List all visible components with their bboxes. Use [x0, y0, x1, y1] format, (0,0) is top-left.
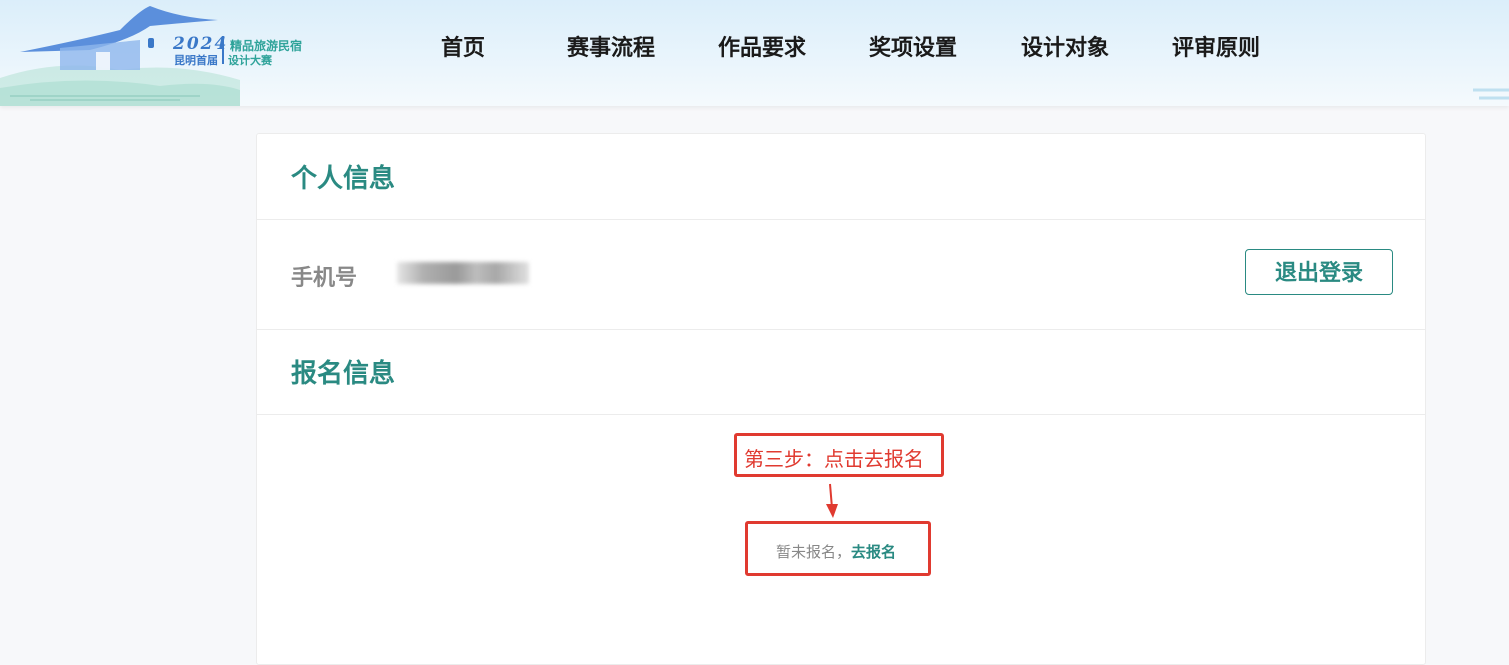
- logo-year: 2024: [173, 34, 229, 54]
- registration-status-text: 暂未报名，: [776, 543, 852, 561]
- register-link[interactable]: 去报名: [851, 543, 896, 561]
- logout-button[interactable]: 退出登录: [1245, 249, 1393, 295]
- registration-info-title: 报名信息: [291, 359, 396, 389]
- phone-label: 手机号: [291, 265, 358, 291]
- divider: [257, 329, 1425, 330]
- logo-subtitle-left: 昆明首届: [174, 54, 218, 67]
- annotation-step-text: 第三步：点击去报名: [744, 447, 924, 471]
- phone-number-redacted: [397, 262, 529, 284]
- divider: [257, 219, 1425, 220]
- annotation-arrow-icon: [826, 483, 838, 518]
- nav-requirements[interactable]: 作品要求: [718, 30, 806, 62]
- nav-design-objects[interactable]: 设计对象: [1021, 30, 1109, 62]
- nav-awards[interactable]: 奖项设置: [869, 30, 957, 62]
- site-logo[interactable]: 2024 精品旅游民宿 昆明首届 设计大赛: [0, 0, 320, 106]
- personal-info-title: 个人信息: [291, 164, 396, 194]
- nav-process[interactable]: 赛事流程: [567, 30, 655, 62]
- nav-home[interactable]: 首页: [441, 30, 485, 62]
- logo-subtitle-right: 设计大赛: [228, 54, 272, 67]
- profile-card: 个人信息 手机号 退出登录 报名信息: [256, 133, 1426, 665]
- divider: [257, 414, 1425, 415]
- corner-wave-decoration: [1473, 88, 1509, 100]
- nav-judging[interactable]: 评审原则: [1172, 30, 1260, 62]
- site-header: 2024 精品旅游民宿 昆明首届 设计大赛 首页 赛事流程 作品要求 奖项设置 …: [0, 0, 1509, 106]
- registration-status: 暂未报名，去报名: [776, 541, 896, 562]
- logo-divider: [222, 36, 224, 64]
